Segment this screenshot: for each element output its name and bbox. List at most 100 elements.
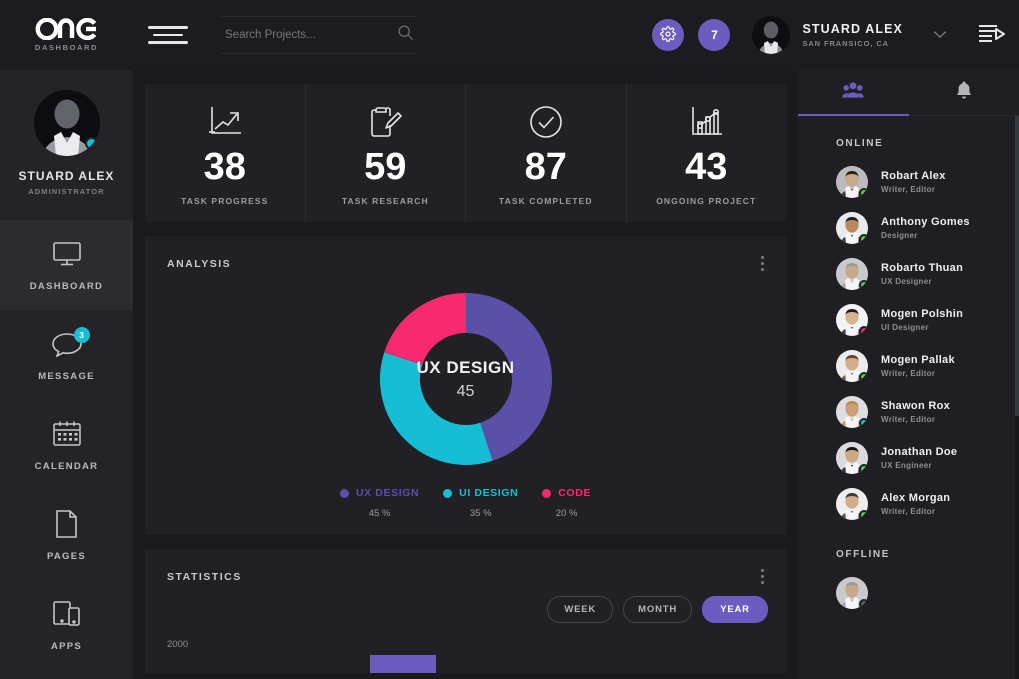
donut-segment[interactable]: [400, 359, 486, 445]
sidebar-item-label: APPS: [51, 641, 82, 652]
body-row: STUARD ALEX ADMINISTRATOR DASHBOARD: [0, 70, 1019, 679]
donut-segment[interactable]: [466, 313, 532, 442]
tab-contacts[interactable]: [798, 70, 909, 115]
contact-name: Robart Alex: [881, 170, 946, 182]
chart-bar[interactable]: [370, 655, 436, 673]
donut-chart: UX DESIGN 45: [380, 293, 552, 465]
status-badge: [859, 418, 868, 428]
legend-dot: [443, 489, 452, 498]
header-actions: 7 STUARD ALEX SAN: [652, 16, 1019, 54]
legend-dot: [340, 489, 349, 498]
contact-info: Mogen PallakWriter, Editor: [881, 354, 955, 378]
legend-item[interactable]: UX DESIGN45 %: [340, 487, 419, 519]
stat-card-task-progress[interactable]: 38 TASK PROGRESS: [145, 84, 306, 222]
legend-label: UX DESIGN: [356, 487, 419, 499]
chevron-down-icon[interactable]: [933, 26, 947, 44]
scrollbar[interactable]: [1015, 116, 1019, 679]
contact-list-item[interactable]: Shawon Rox Writer, Editor: [798, 389, 1019, 435]
contact-info: Mogen PolshinUI Designer: [881, 308, 963, 332]
notification-count-button[interactable]: 7: [698, 19, 730, 51]
search-icon[interactable]: [397, 24, 414, 46]
statistics-header: STATISTICS: [145, 549, 786, 588]
contact-info: Jonathan DoeUX Engineer: [881, 446, 957, 470]
avatar: [836, 396, 868, 428]
contact-name: Jonathan Doe: [881, 446, 957, 458]
panel-title: ANALYSIS: [167, 258, 231, 270]
sidebar-item-pages[interactable]: PAGES: [0, 490, 133, 580]
playlist-play-icon[interactable]: [977, 22, 1005, 49]
sidebar-user-name: STUARD ALEX: [19, 169, 115, 183]
legend-item[interactable]: CODE20 %: [542, 487, 591, 519]
kebab-menu-icon[interactable]: [757, 252, 768, 275]
right-panel-tabs: [798, 70, 1019, 116]
statistics-chart: 2000: [145, 633, 786, 673]
contact-role: Designer: [881, 231, 970, 240]
contact-list-item[interactable]: Mogen PallakWriter, Editor: [798, 343, 1019, 389]
user-name: STUARD ALEX: [802, 22, 903, 36]
status-badge: [859, 280, 868, 290]
bar-chart-scatter-icon: [689, 102, 723, 142]
bell-icon: [955, 80, 973, 105]
contact-list-item[interactable]: Alex MorganWriter, Editor: [798, 481, 1019, 527]
stat-card-task-research[interactable]: 59 TASK RESEARCH: [306, 84, 467, 222]
legend-item[interactable]: UI DESIGN35 %: [443, 487, 518, 519]
offline-section-header: OFFLINE: [798, 527, 1019, 570]
contact-list-item[interactable]: Mogen PolshinUI Designer: [798, 297, 1019, 343]
stat-card-task-completed[interactable]: 87 TASK COMPLETED: [466, 84, 627, 222]
chat-bubble-icon: 3: [51, 329, 83, 359]
sidebar-item-dashboard[interactable]: DASHBOARD: [0, 220, 133, 310]
contact-list-item[interactable]: [798, 570, 1019, 616]
logo[interactable]: DASHBOARD: [0, 18, 133, 52]
status-badge: [859, 188, 868, 198]
tab-notifications[interactable]: [909, 70, 1019, 115]
search-input[interactable]: [221, 16, 416, 54]
logo-subtitle: DASHBOARD: [35, 43, 98, 52]
status-badge: [859, 234, 868, 244]
sidebar-item-message[interactable]: 3 MESSAGE: [0, 310, 133, 400]
status-badge: [859, 372, 868, 382]
avatar: [836, 166, 868, 198]
stat-value: 87: [525, 148, 567, 186]
settings-button[interactable]: [652, 19, 684, 51]
analysis-header: ANALYSIS: [145, 236, 786, 275]
contact-info: Alex MorganWriter, Editor: [881, 492, 950, 516]
kebab-menu-icon[interactable]: [757, 565, 768, 588]
status-badge: [859, 599, 868, 609]
avatar: [836, 304, 868, 336]
contact-list-item[interactable]: Robarto Thuan UX Designer: [798, 251, 1019, 297]
user-info: STUARD ALEX SAN FRANSICO, CA: [802, 22, 903, 48]
kebab-dot: [761, 262, 764, 265]
logo-mark-icon: [34, 18, 100, 40]
donut-svg: [380, 293, 552, 465]
contact-list-item[interactable]: Jonathan DoeUX Engineer: [798, 435, 1019, 481]
hamburger-icon[interactable]: [133, 26, 203, 44]
range-year-button[interactable]: YEAR: [702, 596, 768, 623]
calendar-icon: [52, 419, 82, 449]
sidebar-item-label: PAGES: [47, 551, 86, 562]
contact-name: Robarto Thuan: [881, 262, 963, 274]
hamburger-bar: [153, 34, 183, 37]
status-badge: [859, 510, 868, 520]
contact-name: Shawon Rox: [881, 400, 950, 412]
stat-cards: 38 TASK PROGRESS 59 TASK RESEARCH: [145, 84, 786, 222]
stat-value: 59: [364, 148, 406, 186]
sidebar: STUARD ALEX ADMINISTRATOR DASHBOARD: [0, 70, 133, 679]
dashboard-app: DASHBOARD: [0, 0, 1019, 679]
contact-role: UX Designer: [881, 277, 963, 286]
contact-list-item[interactable]: Robart AlexWriter, Editor: [798, 159, 1019, 205]
legend-top: UX DESIGN: [340, 487, 419, 499]
sidebar-item-calendar[interactable]: CALENDAR: [0, 400, 133, 490]
range-week-button[interactable]: WEEK: [547, 596, 613, 623]
kebab-dot: [761, 569, 764, 572]
range-toggle-group: WEEK MONTH YEAR: [145, 588, 786, 623]
stat-card-ongoing-project[interactable]: 43 ONGOING PROJECT: [627, 84, 787, 222]
scrollbar-thumb[interactable]: [1015, 116, 1019, 416]
contact-info: Robart AlexWriter, Editor: [881, 170, 946, 194]
user-menu[interactable]: STUARD ALEX SAN FRANSICO, CA: [752, 16, 947, 54]
contact-role: Writer, Editor: [881, 415, 950, 424]
contact-list-item[interactable]: Anthony GomesDesigner: [798, 205, 1019, 251]
contact-role: UI Designer: [881, 323, 963, 332]
range-month-button[interactable]: MONTH: [623, 596, 692, 623]
sidebar-item-apps[interactable]: APPS: [0, 580, 133, 670]
donut-segment[interactable]: [403, 313, 466, 359]
